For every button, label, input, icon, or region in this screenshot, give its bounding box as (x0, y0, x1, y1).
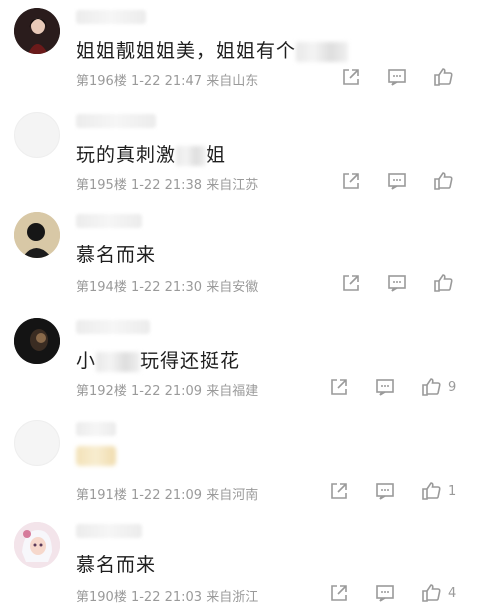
avatar[interactable] (14, 212, 60, 258)
comment-text: 慕名而来 (76, 244, 157, 266)
reply-icon[interactable] (386, 272, 408, 294)
comment-actions (340, 170, 454, 192)
like-count: 1 (448, 483, 457, 499)
censor-mosaic (96, 351, 141, 372)
comment-meta: 第192楼 1-22 21:09 来自福建 (76, 384, 259, 399)
username-blurred[interactable] (76, 114, 156, 128)
comment-meta: 第196楼 1-22 21:47 来自山东 (76, 74, 259, 89)
comment-actions: 4 (328, 582, 456, 604)
avatar[interactable] (14, 522, 60, 568)
like-icon[interactable] (432, 272, 454, 294)
share-icon[interactable] (328, 582, 350, 604)
reply-icon[interactable] (374, 480, 396, 502)
censor-mosaic (296, 41, 349, 62)
like-count: 4 (448, 585, 457, 601)
comment-meta: 第191楼 1-22 21:09 来自河南 (76, 488, 259, 503)
share-icon[interactable] (340, 170, 362, 192)
comment-actions (340, 272, 454, 294)
censor-mosaic (176, 145, 207, 166)
comment-text: 小玩得还挺花 (76, 350, 241, 372)
username-blurred[interactable] (76, 214, 142, 228)
like-icon[interactable] (432, 66, 454, 88)
share-icon[interactable] (340, 66, 362, 88)
share-icon[interactable] (340, 272, 362, 294)
share-icon[interactable] (328, 480, 350, 502)
reply-icon[interactable] (386, 170, 408, 192)
username-blurred[interactable] (76, 422, 116, 436)
comment-text: 慕名而来 (76, 554, 157, 576)
like-icon[interactable] (420, 376, 442, 398)
reply-icon[interactable] (386, 66, 408, 88)
like-count: 9 (448, 379, 457, 395)
reply-icon[interactable] (374, 582, 396, 604)
comment-text: 玩的真刺激姐 (76, 144, 227, 166)
like-icon[interactable] (432, 170, 454, 192)
comment-actions: 9 (328, 376, 456, 398)
comment-meta: 第190楼 1-22 21:03 来自浙江 (76, 590, 259, 605)
like-icon[interactable] (420, 582, 442, 604)
username-blurred[interactable] (76, 524, 142, 538)
comment-meta: 第194楼 1-22 21:30 来自安徽 (76, 280, 259, 295)
avatar[interactable] (14, 318, 60, 364)
share-icon[interactable] (328, 376, 350, 398)
emoji-blurred (76, 446, 116, 466)
comment-actions (340, 66, 454, 88)
comment-actions: 1 (328, 480, 456, 502)
reply-icon[interactable] (374, 376, 396, 398)
comment-text: 姐姐靓姐姐美，姐姐有个 (76, 36, 349, 63)
comment-meta: 第195楼 1-22 21:38 来自江苏 (76, 178, 259, 193)
like-icon[interactable] (420, 480, 442, 502)
username-blurred[interactable] (76, 320, 150, 334)
username-blurred[interactable] (76, 10, 146, 24)
avatar[interactable] (14, 112, 60, 158)
avatar[interactable] (14, 8, 60, 54)
avatar[interactable] (14, 420, 60, 466)
comment-list: 姐姐靓姐姐美，姐姐有个 第196楼 1-22 21:47 来自山东 玩的真刺激姐… (0, 0, 489, 612)
